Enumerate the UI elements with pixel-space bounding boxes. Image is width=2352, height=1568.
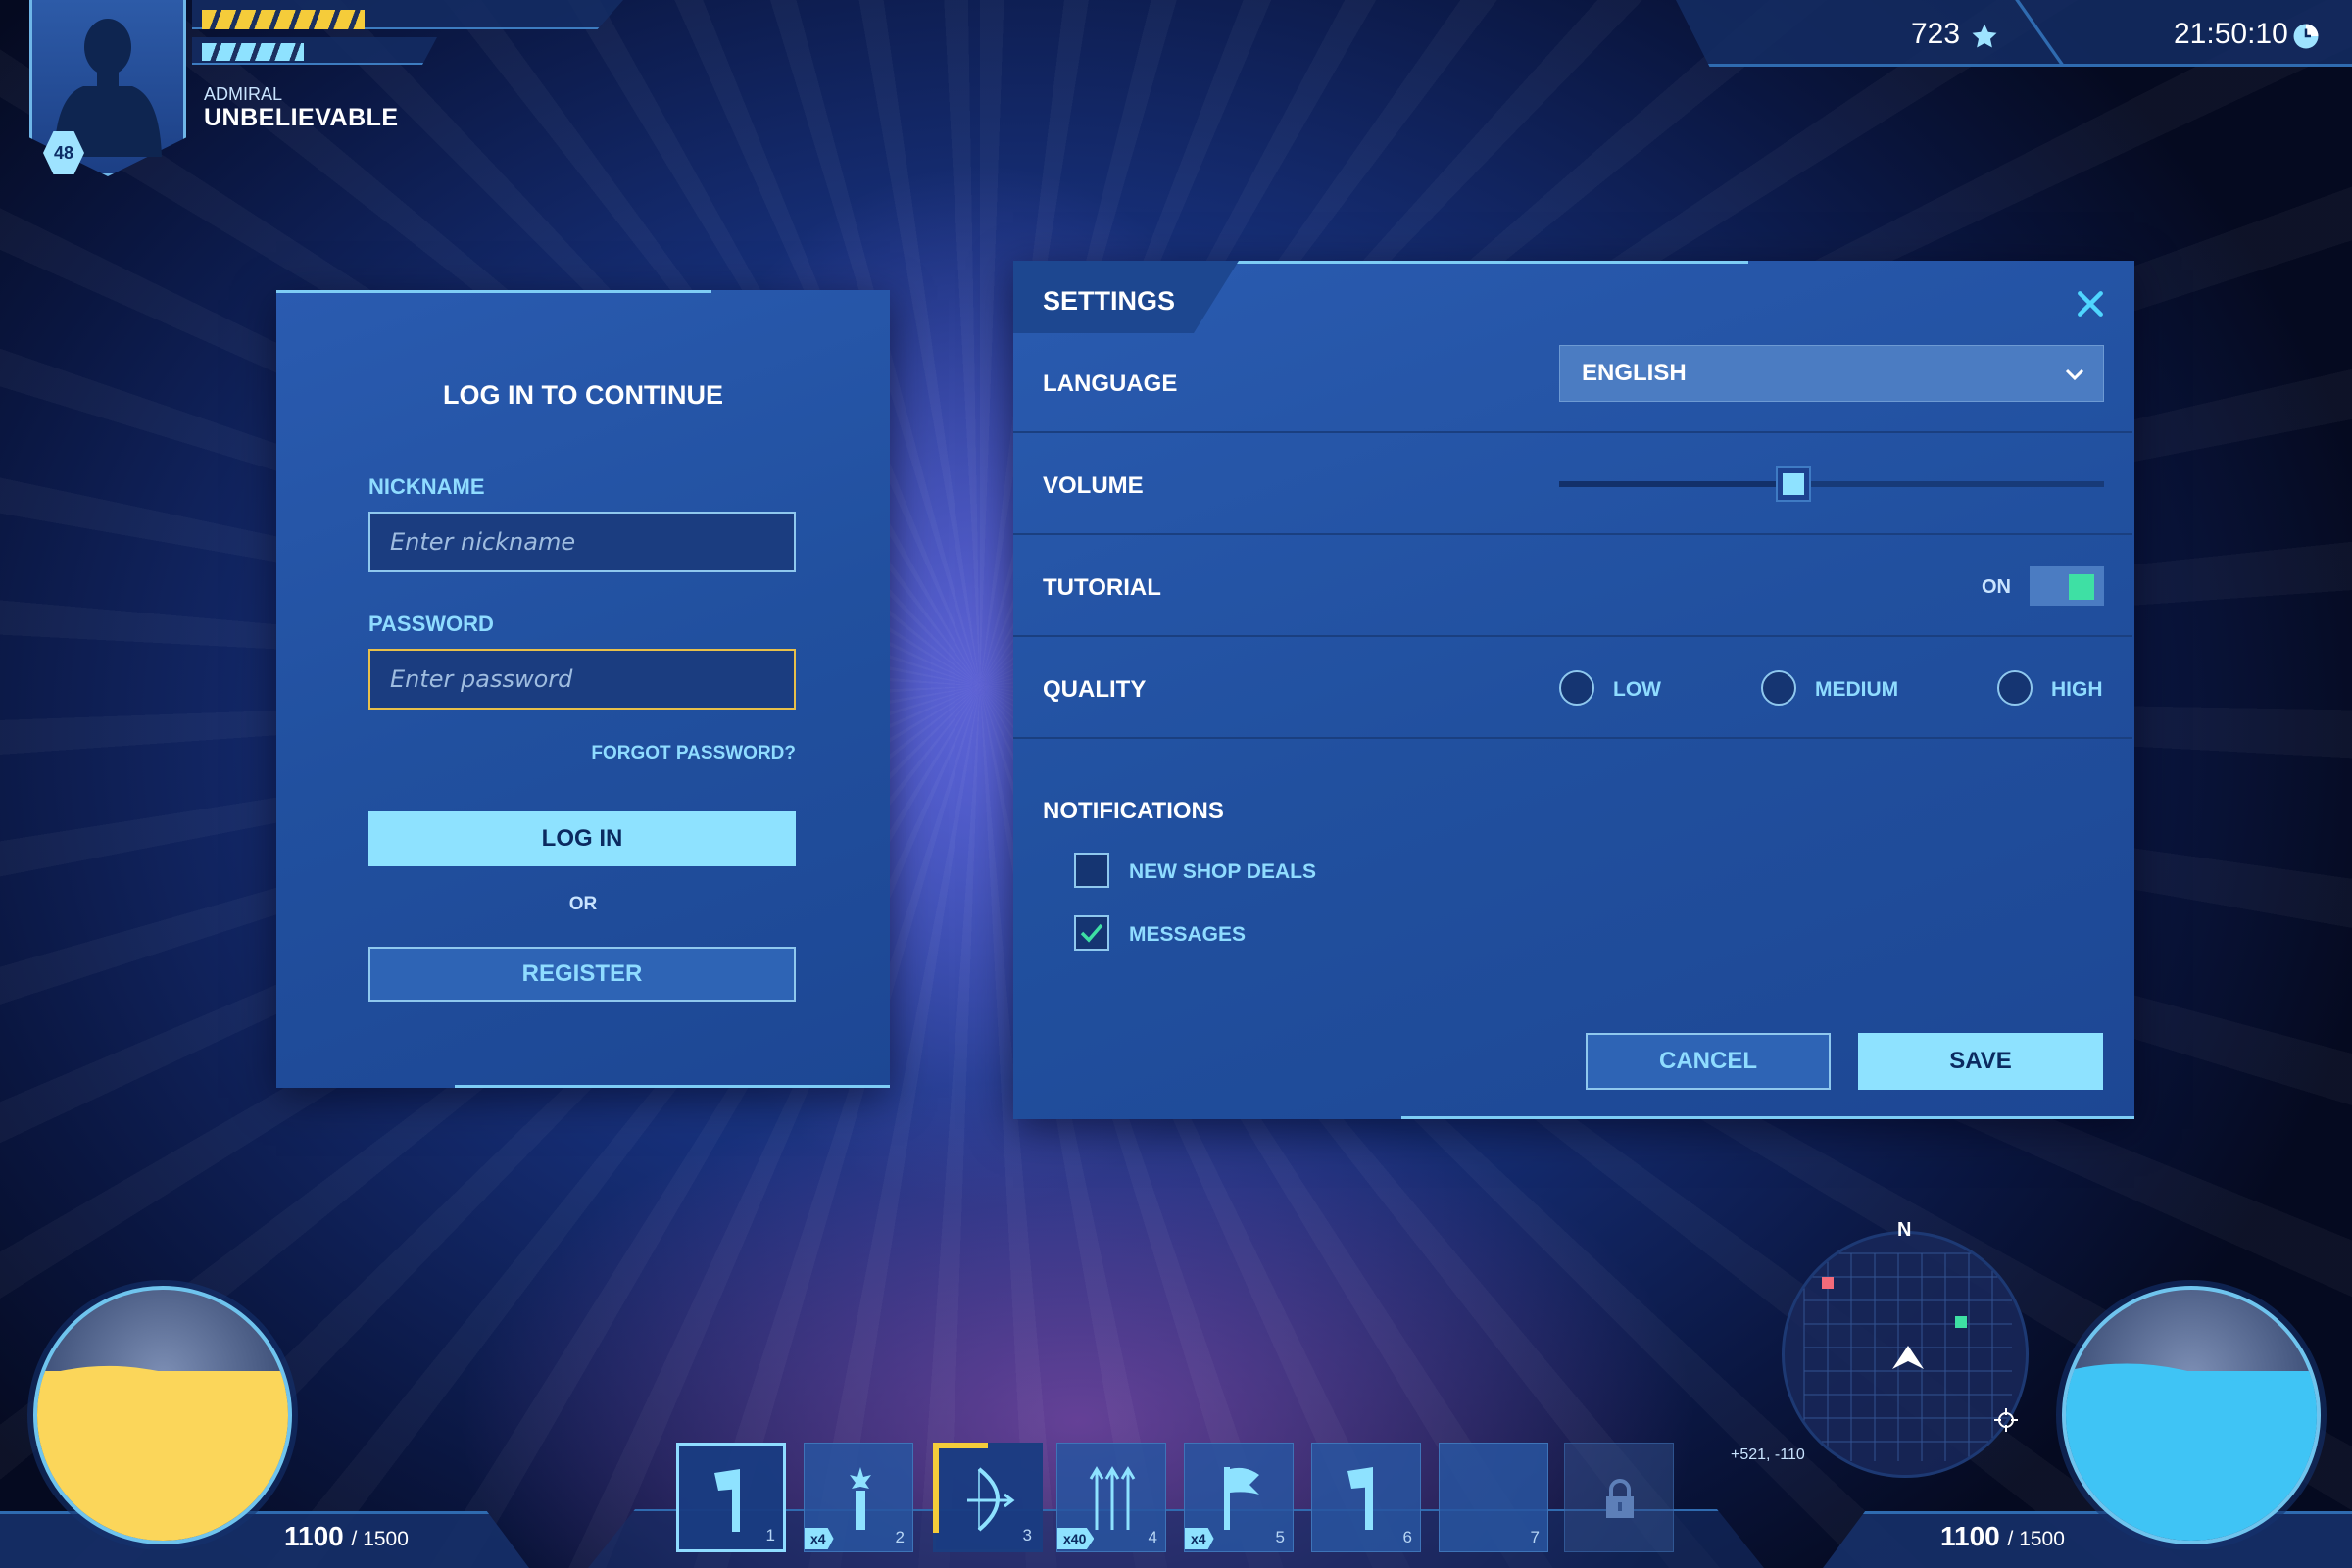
quality-high-label: HIGH xyxy=(2051,678,2103,701)
tutorial-toggle[interactable] xyxy=(2030,566,2104,606)
slot-quantity-badge: x4 xyxy=(805,1528,834,1549)
mana-current: 1100 xyxy=(1940,1521,2000,1551)
star-icon xyxy=(1972,24,1997,48)
health-value: 1100 / 1500 xyxy=(284,1521,409,1552)
volume-slider-handle[interactable] xyxy=(1776,466,1812,502)
axe-icon xyxy=(1348,1467,1373,1530)
cancel-button[interactable]: CANCEL xyxy=(1586,1033,1831,1090)
slot-quantity-badge: x40 xyxy=(1057,1528,1095,1549)
flag-icon xyxy=(1224,1467,1259,1530)
chevron-down-icon xyxy=(2065,368,2084,381)
health-orb xyxy=(33,1286,292,1544)
password-label: PASSWORD xyxy=(368,612,494,636)
quality-medium-label: MEDIUM xyxy=(1815,678,1899,701)
password-input[interactable] xyxy=(368,649,796,710)
volume-label: VOLUME xyxy=(1043,472,1144,499)
health-bar xyxy=(202,10,365,29)
slot-number: 1 xyxy=(765,1526,775,1544)
language-row: LANGUAGE ENGLISH xyxy=(1013,331,2132,433)
login-button[interactable]: LOG IN xyxy=(368,811,796,866)
hotbar-slot-locked xyxy=(1564,1443,1674,1552)
ally-marker-icon xyxy=(1955,1316,1967,1328)
minimap-north-label: N xyxy=(1897,1219,1912,1241)
enemy-marker-icon xyxy=(1822,1277,1834,1289)
hotbar-slot-4[interactable]: x40 4 xyxy=(1056,1443,1166,1552)
bow-icon xyxy=(967,1467,1015,1532)
checkmark-icon xyxy=(1080,923,1103,943)
mana-orb-fill xyxy=(2066,1371,2317,1541)
language-value: ENGLISH xyxy=(1582,360,1687,386)
quality-row: QUALITY LOW MEDIUM HIGH xyxy=(1013,637,2132,739)
arrows-icon xyxy=(1089,1466,1136,1530)
mana-max: / 1500 xyxy=(2007,1528,2065,1550)
quality-medium-radio[interactable] xyxy=(1761,670,1796,706)
health-orb-fill xyxy=(37,1371,288,1541)
tutorial-state-text: ON xyxy=(1982,576,2011,598)
hotbar-slot-3[interactable]: 3 xyxy=(933,1443,1043,1552)
close-icon[interactable] xyxy=(2075,288,2106,319)
slot-number: 4 xyxy=(1148,1528,1157,1546)
tutorial-row: TUTORIAL ON xyxy=(1013,535,2132,637)
volume-track[interactable] xyxy=(1559,481,2104,487)
mana-value: 1100 / 1500 xyxy=(1940,1521,2065,1552)
minimap-coordinates: +521, -110 xyxy=(1731,1446,1805,1463)
slot-number: 5 xyxy=(1275,1528,1285,1546)
nickname-input[interactable] xyxy=(368,512,796,572)
slot-number: 2 xyxy=(895,1528,905,1546)
new-shop-deals-checkbox[interactable] xyxy=(1074,853,1109,888)
minimap[interactable] xyxy=(1782,1231,2029,1478)
hotbar-slot-7[interactable]: 7 xyxy=(1439,1443,1548,1552)
settings-panel: SETTINGS LANGUAGE ENGLISH VOLUME TUTORIA… xyxy=(1013,261,2134,1119)
mana-wave-icon xyxy=(2066,1363,2317,1390)
settings-title: SETTINGS xyxy=(1043,286,1176,316)
crosshair-icon xyxy=(1994,1408,2018,1432)
slot-number: 3 xyxy=(1022,1526,1032,1544)
new-shop-deals-label: NEW SHOP DEALS xyxy=(1129,860,1316,883)
login-panel: LOG IN TO CONTINUE NICKNAME PASSWORD FOR… xyxy=(276,290,890,1088)
quality-low-radio[interactable] xyxy=(1559,670,1594,706)
slot-quantity-badge: x4 xyxy=(1185,1528,1214,1549)
messages-checkbox[interactable] xyxy=(1074,915,1109,951)
quality-low-label: LOW xyxy=(1613,678,1661,701)
player-rank: ADMIRAL xyxy=(204,84,283,104)
torch-icon xyxy=(850,1467,871,1530)
nickname-label: NICKNAME xyxy=(368,474,485,499)
clock-time: 21:50:10 xyxy=(2174,18,2288,50)
notifications-label: NOTIFICATIONS xyxy=(1043,798,1224,824)
energy-bar xyxy=(202,43,304,61)
player-arrow-icon xyxy=(1892,1346,1924,1369)
register-button[interactable]: REGISTER xyxy=(368,947,796,1002)
language-select[interactable]: ENGLISH xyxy=(1559,345,2104,402)
login-title: LOG IN TO CONTINUE xyxy=(442,380,723,410)
clock-icon xyxy=(2293,24,2319,49)
volume-row: VOLUME xyxy=(1013,433,2132,535)
or-divider-text: OR xyxy=(568,894,598,914)
mana-orb xyxy=(2062,1286,2321,1544)
save-button[interactable]: SAVE xyxy=(1858,1033,2103,1090)
tutorial-label: TUTORIAL xyxy=(1043,574,1161,601)
forgot-password-link[interactable]: FORGOT PASSWORD? xyxy=(368,743,796,764)
axe-icon xyxy=(714,1469,740,1532)
slot-number: 7 xyxy=(1530,1528,1540,1546)
messages-label: MESSAGES xyxy=(1129,923,1247,946)
health-wave-icon xyxy=(37,1366,288,1390)
lock-icon xyxy=(1606,1479,1634,1518)
health-current: 1100 xyxy=(284,1521,344,1551)
quality-high-radio[interactable] xyxy=(1997,670,2033,706)
hotbar-slot-2[interactable]: x4 2 xyxy=(804,1443,913,1552)
slot-number: 6 xyxy=(1402,1528,1412,1546)
hotbar-slot-5[interactable]: x4 5 xyxy=(1184,1443,1294,1552)
hotbar-slot-1[interactable]: 1 xyxy=(676,1443,786,1552)
hotbar-slot-6[interactable]: 6 xyxy=(1311,1443,1421,1552)
health-max: / 1500 xyxy=(351,1528,409,1550)
star-count: 723 xyxy=(1911,18,1961,50)
language-label: LANGUAGE xyxy=(1043,370,1178,397)
quality-label: QUALITY xyxy=(1043,676,1147,703)
player-name: UNBELIEVABLE xyxy=(204,104,399,131)
